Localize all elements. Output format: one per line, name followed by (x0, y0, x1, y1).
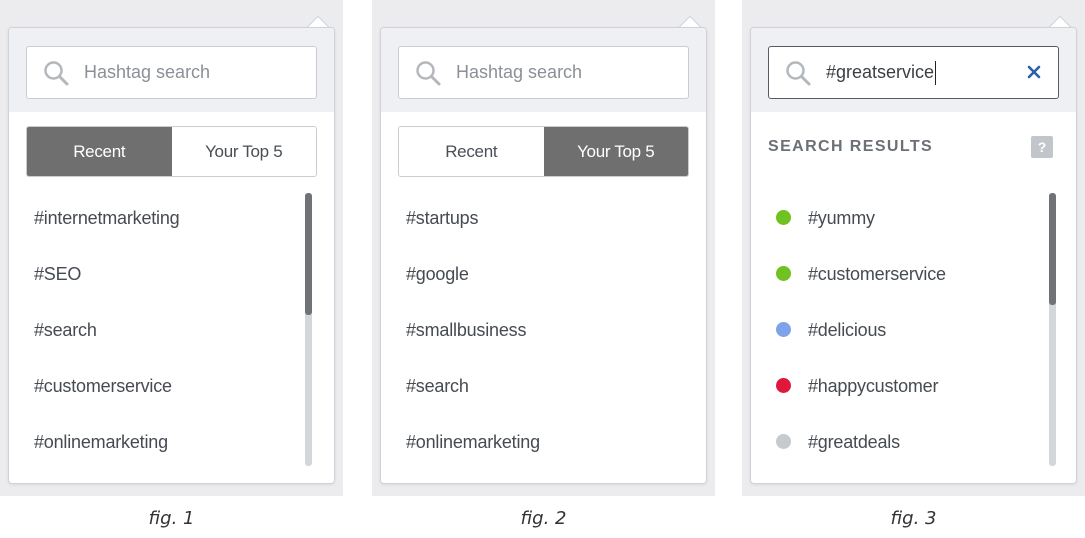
search-icon (416, 61, 441, 86)
figure-caption: fig. 2 (520, 508, 567, 529)
result-tag: #yummy (808, 208, 875, 228)
figure-2: Hashtag search Recent Your Top 5 #startu… (372, 0, 715, 529)
list-item[interactable]: #search (406, 358, 676, 414)
list-item[interactable]: #happycustomer (776, 358, 1046, 414)
hashtag-list: #startups #google #smallbusiness #search… (406, 190, 676, 470)
tab-group: Recent Your Top 5 (398, 126, 689, 177)
text-cursor (935, 61, 937, 86)
hashtag-list: #internetmarketing #SEO #search #custome… (34, 190, 304, 470)
search-area: #greatservice (751, 28, 1076, 112)
list-item[interactable]: #internetmarketing (34, 190, 304, 246)
hashtag-search-input[interactable]: Hashtag search (398, 46, 689, 99)
tab-your-top-5[interactable]: Your Top 5 (171, 127, 316, 176)
list-item[interactable]: #customerservice (34, 358, 304, 414)
list-item[interactable]: #SEO (34, 246, 304, 302)
tab-recent[interactable]: Recent (27, 127, 172, 176)
scrollbar[interactable] (305, 193, 312, 466)
result-tag: #happycustomer (808, 376, 939, 396)
hashtag-popover: #greatservice SEARCH RESULTS ? #yummy #c… (750, 27, 1077, 484)
search-value: #greatservice (826, 47, 937, 98)
list-item[interactable]: #customerservice (776, 246, 1046, 302)
result-tag: #greatdeals (808, 432, 900, 452)
figure-1: Hashtag search Recent Your Top 5 #intern… (0, 0, 343, 529)
figure-caption: fig. 3 (890, 508, 937, 529)
list-item[interactable]: #startups (406, 190, 676, 246)
search-results-heading: SEARCH RESULTS (768, 138, 934, 155)
list-item[interactable]: #smallbusiness (406, 302, 676, 358)
list-item[interactable]: #onlinemarketing (34, 414, 304, 470)
hashtag-search-input[interactable]: #greatservice (768, 46, 1059, 99)
search-value-text: #greatservice (826, 62, 935, 82)
scrollbar-thumb[interactable] (305, 193, 312, 315)
status-dot (776, 434, 791, 449)
status-dot (776, 322, 791, 337)
help-icon[interactable]: ? (1031, 136, 1053, 158)
result-tag: #delicious (808, 320, 887, 340)
tab-group: Recent Your Top 5 (26, 126, 317, 177)
figure-3: #greatservice SEARCH RESULTS ? #yummy #c… (742, 0, 1085, 529)
result-tag: #customerservice (808, 264, 946, 284)
list-item[interactable]: #google (406, 246, 676, 302)
list-item[interactable]: #greatdeals (776, 414, 1046, 470)
figure-caption: fig. 1 (148, 508, 195, 529)
list-item[interactable]: #onlinemarketing (406, 414, 676, 470)
tab-your-top-5[interactable]: Your Top 5 (543, 127, 688, 176)
search-placeholder: Hashtag search (456, 62, 583, 82)
figure-stage: Hashtag search Recent Your Top 5 #intern… (0, 0, 1085, 538)
tab-recent[interactable]: Recent (399, 127, 544, 176)
search-area: Hashtag search (381, 28, 706, 112)
list-item[interactable]: #search (34, 302, 304, 358)
hashtag-popover: Hashtag search Recent Your Top 5 #startu… (380, 27, 707, 484)
search-area: Hashtag search (9, 28, 334, 112)
scrollbar[interactable] (1049, 193, 1056, 466)
clear-search-icon[interactable] (1026, 64, 1042, 80)
status-dot (776, 210, 791, 225)
hashtag-search-input[interactable]: Hashtag search (26, 46, 317, 99)
search-results-list: #yummy #customerservice #delicious #happ… (776, 190, 1046, 470)
list-item[interactable]: #yummy (776, 190, 1046, 246)
scrollbar-thumb[interactable] (1049, 193, 1056, 305)
search-placeholder: Hashtag search (84, 62, 211, 82)
search-icon (786, 61, 811, 86)
list-item[interactable]: #delicious (776, 302, 1046, 358)
status-dot (776, 378, 791, 393)
hashtag-popover: Hashtag search Recent Your Top 5 #intern… (8, 27, 335, 484)
search-icon (44, 61, 69, 86)
status-dot (776, 266, 791, 281)
